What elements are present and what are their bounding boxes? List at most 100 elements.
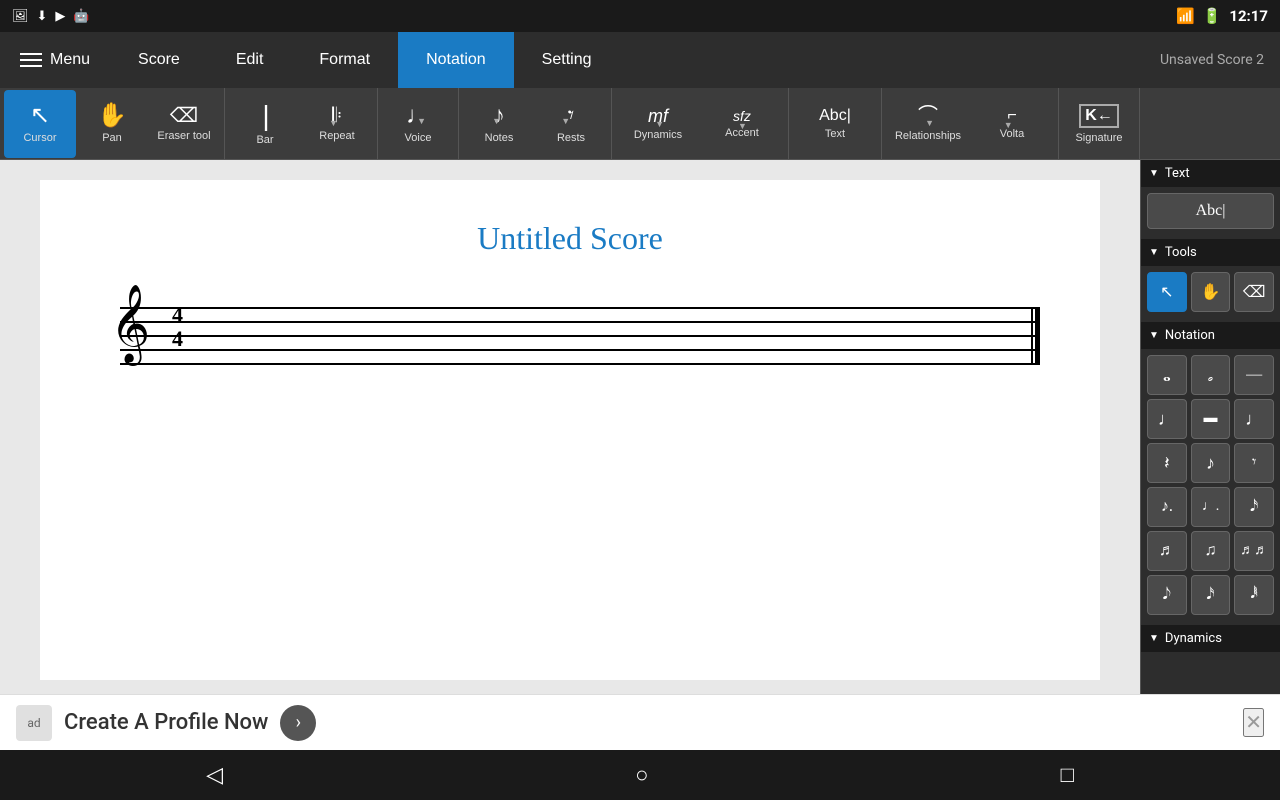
signature-tool-btn[interactable]: K← Signature bbox=[1063, 90, 1135, 158]
quarter-note-btn[interactable]: ♩ bbox=[1147, 399, 1187, 439]
eighth-rest-icon: 𝄽 bbox=[1164, 453, 1170, 474]
whole-note-btn[interactable]: 𝅝 bbox=[1147, 355, 1187, 395]
staff-lines bbox=[120, 307, 1040, 363]
clock: 12:17 bbox=[1229, 7, 1268, 25]
pan-icon: ✋ bbox=[97, 104, 127, 128]
ad-close-button[interactable]: ✕ bbox=[1243, 708, 1264, 737]
text-tool-btn[interactable]: Abc| Text bbox=[793, 90, 877, 158]
tool-group-notes: ♪ ▼ Notes 𝄾 ▼ Rests bbox=[459, 88, 612, 159]
accent-dropdown-icon: ▼ bbox=[738, 121, 747, 131]
panel-notation-label: Notation bbox=[1165, 328, 1215, 343]
eighth-note-btn[interactable]: ♪ bbox=[1191, 443, 1231, 483]
dynamics-tool-btn[interactable]: mf ▼ Dynamics bbox=[616, 90, 700, 158]
notation-grid-3: 𝄽 ♪ 𝄾 bbox=[1147, 443, 1274, 483]
notes-tool-btn[interactable]: ♪ ▼ Notes bbox=[463, 90, 535, 158]
beam-note3-btn[interactable]: ♬♬ bbox=[1234, 531, 1274, 571]
cursor-tool-btn[interactable]: ↖ Cursor bbox=[4, 90, 76, 158]
thirty-second-btn[interactable]: 𝅘𝅥𝅯 bbox=[1234, 487, 1274, 527]
tab-notation[interactable]: Notation bbox=[398, 32, 514, 88]
panel-section-tools-header[interactable]: ▼ Tools bbox=[1141, 239, 1280, 266]
tool-group-text: Abc| Text bbox=[789, 88, 882, 159]
notation-grid-2: ♩ ▬ ♩ bbox=[1147, 399, 1274, 439]
ad-arrow-button[interactable]: › bbox=[280, 705, 316, 741]
staff-wrapper: 𝄞 4 4 bbox=[100, 297, 1040, 377]
note-var2-btn[interactable]: 𝅘𝅥𝅯 bbox=[1191, 575, 1231, 615]
nav-recent-button[interactable]: □ bbox=[1037, 754, 1098, 796]
eighth-rest-btn[interactable]: 𝄽 bbox=[1147, 443, 1187, 483]
pan-tool-btn[interactable]: ✋ Pan bbox=[76, 90, 148, 158]
tab-score[interactable]: Score bbox=[110, 32, 208, 88]
panel-section-text-header[interactable]: ▼ Text bbox=[1141, 160, 1280, 187]
back-icon: ◁ bbox=[206, 762, 223, 788]
status-bar: 🖼 ⬇ ▶ 🤖 📶 🔋 12:17 bbox=[0, 0, 1280, 32]
eraser-panel-icon: ⌫ bbox=[1243, 282, 1266, 302]
accent-tool-btn[interactable]: sfz ▼ Accent bbox=[700, 90, 784, 158]
main-layout: Untitled Score 𝄞 4 4 bbox=[0, 160, 1280, 694]
play-icon: ▶ bbox=[55, 9, 65, 24]
panel-dynamics-label: Dynamics bbox=[1165, 631, 1222, 646]
tool-group-signature: K← Signature bbox=[1059, 88, 1140, 159]
download-icon: ⬇ bbox=[37, 9, 48, 24]
eraser-tool-btn[interactable]: ⌫ Eraser tool bbox=[148, 90, 220, 158]
ad-content: ad Create A Profile Now › bbox=[16, 705, 316, 741]
sixteenth-rest-btn[interactable]: 𝄾 bbox=[1234, 443, 1274, 483]
half-note-btn[interactable]: 𝅗 bbox=[1191, 355, 1231, 395]
eraser-panel-btn[interactable]: ⌫ bbox=[1234, 272, 1274, 312]
tab-format[interactable]: Format bbox=[291, 32, 398, 88]
panel-section-dynamics-header[interactable]: ▼ Dynamics bbox=[1141, 625, 1280, 652]
nav-home-button[interactable]: ○ bbox=[611, 754, 672, 796]
thirty-second-icon: 𝅘𝅥𝅯 bbox=[1250, 498, 1258, 516]
gallery-icon: 🖼 bbox=[12, 9, 29, 24]
voice-tool-btn[interactable]: ♩ ▼ Voice bbox=[382, 90, 454, 158]
abc-button[interactable]: Abc| bbox=[1147, 193, 1274, 229]
text-icon: Abc| bbox=[819, 108, 851, 124]
menu-label: Menu bbox=[50, 51, 90, 69]
eighth-note-icon: ♪ bbox=[1206, 453, 1215, 474]
quarter-rest-btn[interactable]: ♩ bbox=[1234, 399, 1274, 439]
whole-rest-btn[interactable]: — bbox=[1234, 355, 1274, 395]
score-area[interactable]: Untitled Score 𝄞 4 4 bbox=[0, 160, 1140, 694]
beam-note2-btn[interactable]: ♫ bbox=[1191, 531, 1231, 571]
repeat-dropdown-icon: ▼ bbox=[329, 118, 338, 128]
status-right: 📶 🔋 12:17 bbox=[1176, 7, 1268, 25]
dotted-quarter-btn[interactable]: ♩. bbox=[1191, 487, 1231, 527]
relationships-tool-btn[interactable]: ⌒ ▼ Relationships bbox=[886, 90, 970, 158]
sixteenth-rest-icon: 𝄾 bbox=[1252, 454, 1256, 472]
bar-tool-btn[interactable]: | Bar bbox=[229, 90, 301, 158]
panel-dynamics-content bbox=[1141, 652, 1280, 664]
menu-button[interactable]: Menu bbox=[0, 32, 110, 88]
repeat-tool-btn[interactable]: 𝄆 ▼ Repeat bbox=[301, 90, 373, 158]
tool-group-dynamics: mf ▼ Dynamics sfz ▼ Accent bbox=[612, 88, 789, 159]
nav-back-button[interactable]: ◁ bbox=[182, 754, 247, 796]
right-panel: ▼ Text Abc| ▼ Tools ↖ ✋ ⌫ bbox=[1140, 160, 1280, 694]
whole-note-icon: 𝅝 bbox=[1163, 364, 1171, 387]
dynamics-dropdown-icon: ▼ bbox=[655, 119, 664, 129]
ad-icon-label: ad bbox=[27, 716, 40, 730]
pan-panel-btn[interactable]: ✋ bbox=[1191, 272, 1231, 312]
volta-tool-btn[interactable]: ⌐ ▼ Volta bbox=[970, 90, 1054, 158]
note-var1-btn[interactable]: 𝅘𝅥𝅮 bbox=[1147, 575, 1187, 615]
cursor-panel-btn[interactable]: ↖ bbox=[1147, 272, 1187, 312]
rests-tool-btn[interactable]: 𝄾 ▼ Rests bbox=[535, 90, 607, 158]
tab-edit[interactable]: Edit bbox=[208, 32, 292, 88]
panel-text-content: Abc| bbox=[1141, 187, 1280, 239]
chevron-down-icon-tools: ▼ bbox=[1149, 247, 1159, 258]
signature-icon: K← bbox=[1079, 104, 1119, 128]
bar-icon: | bbox=[262, 102, 267, 130]
notation-grid-1: 𝅝 𝅗 — bbox=[1147, 355, 1274, 395]
menu-bar: Menu Score Edit Format Notation Setting … bbox=[0, 32, 1280, 88]
beam-note1-icon: ♬ bbox=[1159, 542, 1175, 560]
tools-grid: ↖ ✋ ⌫ bbox=[1147, 272, 1274, 312]
tab-setting[interactable]: Setting bbox=[514, 32, 620, 88]
tool-group-bar: | Bar 𝄆 ▼ Repeat bbox=[225, 88, 378, 159]
beam-note1-btn[interactable]: ♬ bbox=[1147, 531, 1187, 571]
volta-dropdown-icon: ▼ bbox=[1004, 120, 1013, 130]
note-var3-btn[interactable]: 𝅘𝅥𝅱 bbox=[1234, 575, 1274, 615]
notes-dropdown-icon: ▼ bbox=[492, 116, 501, 126]
pan-panel-icon: ✋ bbox=[1201, 282, 1221, 302]
panel-section-notation-header[interactable]: ▼ Notation bbox=[1141, 322, 1280, 349]
rests-dropdown-icon: ▼ bbox=[561, 116, 570, 126]
dotted-eighth-btn[interactable]: ♪. bbox=[1147, 487, 1187, 527]
bar-end bbox=[1031, 307, 1040, 365]
half-rest-btn[interactable]: ▬ bbox=[1191, 399, 1231, 439]
